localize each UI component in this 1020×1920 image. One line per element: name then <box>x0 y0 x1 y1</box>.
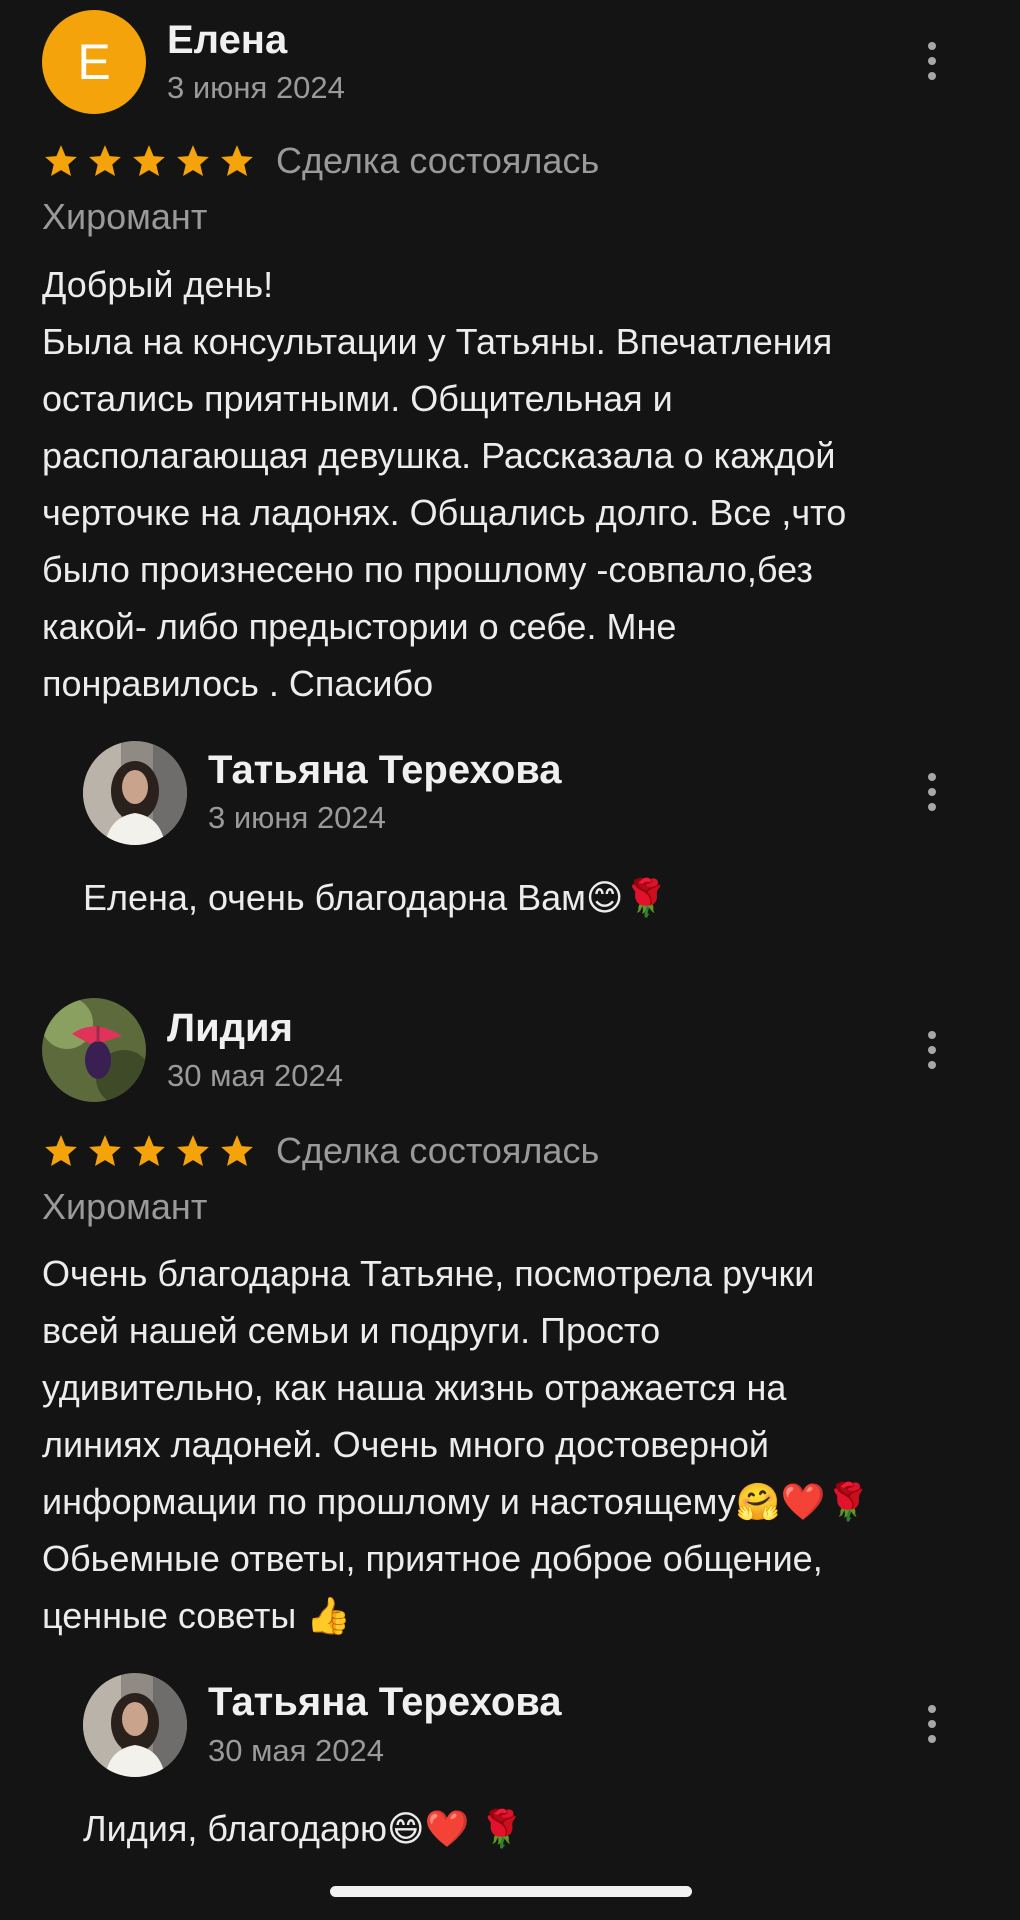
more-vertical-icon <box>928 1031 936 1039</box>
reply-date: 30 мая 2024 <box>208 1733 385 1768</box>
home-indicator[interactable] <box>330 1886 692 1897</box>
more-options-button[interactable] <box>912 1020 952 1080</box>
star-icon <box>133 1135 165 1167</box>
person-avatar-image <box>83 1673 187 1777</box>
star-rating <box>42 1132 256 1170</box>
review-text-line: всей нашей семьи и подруги. Просто <box>42 1310 661 1351</box>
star-icon <box>89 1135 121 1167</box>
flower-avatar-image <box>42 998 146 1102</box>
more-vertical-icon <box>928 1705 936 1713</box>
review-text: Очень благодарна Татьяне, посмотрела руч… <box>42 1245 982 1644</box>
review-text-line: линиях ладоней. Очень много достоверной <box>42 1424 770 1465</box>
review-card: Лидия 30 мая 2024 Сделка состоялась Хиро… <box>0 0 1020 1860</box>
deal-status: Сделка состоялась <box>276 1130 600 1171</box>
review-author[interactable]: Лидия <box>167 1006 293 1051</box>
review-category: Хиромант <box>42 1186 208 1227</box>
avatar[interactable] <box>42 998 146 1102</box>
review-text-line: удивительно, как наша жизнь отражается н… <box>42 1367 787 1408</box>
rating-row: Сделка состоялась <box>42 1128 599 1174</box>
review-text-line: Очень благодарна Татьяне, посмотрела руч… <box>42 1253 815 1294</box>
reply-more-options-button[interactable] <box>912 1694 952 1754</box>
star-icon <box>177 1135 209 1167</box>
reply-text: Лидия, благодарю😄❤️ 🌹 <box>83 1808 525 1849</box>
review-date: 30 мая 2024 <box>167 1058 344 1093</box>
reply-author[interactable]: Татьяна Терехова <box>208 1680 562 1725</box>
star-icon <box>45 1135 77 1167</box>
review-text-line: Обьемные ответы, приятное доброе общение… <box>42 1538 823 1579</box>
review-text-line: ценные советы 👍 <box>42 1595 352 1636</box>
review-text-line: информации по прошлому и настоящему🤗❤️🌹 <box>42 1481 871 1522</box>
star-icon <box>221 1135 253 1167</box>
reply-avatar[interactable] <box>83 1673 187 1777</box>
